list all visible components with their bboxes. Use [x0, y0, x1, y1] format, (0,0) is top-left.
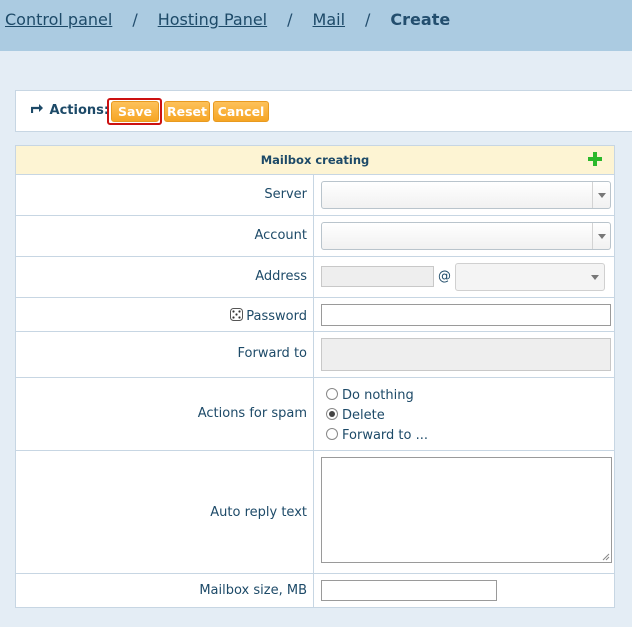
actions-label-wrap: Actions: [30, 103, 110, 118]
form-title: Mailbox creating [260, 153, 370, 167]
forward-input[interactable] [321, 338, 611, 371]
spam-row: Actions for spam Do nothing Delete Forwa… [16, 378, 614, 451]
server-select[interactable] [321, 181, 611, 209]
address-label: Address [255, 269, 307, 284]
server-label: Server [264, 187, 307, 202]
server-label-cell: Server [16, 175, 314, 215]
domain-select[interactable] [455, 263, 605, 291]
chevron-down-icon [592, 223, 610, 249]
breadcrumb-hosting-panel[interactable]: Hosting Panel [158, 10, 267, 29]
mailbox-size-label: Mailbox size, MB [199, 583, 307, 598]
breadcrumb-control-panel[interactable]: Control panel [5, 10, 112, 29]
address-label-cell: Address [16, 257, 314, 297]
breadcrumb-mail[interactable]: Mail [313, 10, 346, 29]
mailbox-form: Mailbox creating Server Account Address … [15, 145, 615, 608]
at-sign: @ [438, 269, 451, 284]
password-label-cell: Password [16, 298, 314, 331]
mailbox-size-row: Mailbox size, MB [16, 574, 614, 608]
auto-reply-label-cell: Auto reply text [16, 451, 314, 573]
breadcrumb-separator: / [287, 10, 293, 29]
form-header: Mailbox creating [16, 146, 614, 175]
breadcrumb: Control panel / Hosting Panel / Mail / Create [5, 10, 450, 29]
address-row: Address @ [16, 257, 614, 298]
radio-icon [326, 428, 338, 440]
forward-row: Forward to [16, 332, 614, 378]
spam-label-cell: Actions for spam [16, 378, 314, 450]
spam-option-label: Delete [342, 408, 385, 423]
spam-option-label: Do nothing [342, 388, 414, 403]
account-label-cell: Account [16, 216, 314, 256]
spam-option-do-nothing[interactable]: Do nothing [326, 388, 414, 403]
radio-selected-icon [326, 408, 338, 420]
spam-option-delete[interactable]: Delete [326, 408, 385, 423]
save-button[interactable]: Save [111, 101, 159, 122]
header-bar: Control panel / Hosting Panel / Mail / Create [0, 0, 632, 51]
breadcrumb-current: Create [390, 10, 451, 29]
actions-label: Actions: [49, 103, 110, 118]
plus-icon[interactable] [588, 152, 602, 166]
account-label: Account [254, 228, 308, 243]
account-row: Account [16, 216, 614, 257]
reset-button[interactable]: Reset [164, 101, 210, 122]
password-label: Password [246, 309, 307, 324]
auto-reply-label: Auto reply text [210, 505, 307, 520]
resize-handle-icon[interactable] [602, 553, 610, 561]
server-row: Server [16, 175, 614, 216]
return-arrow-icon [30, 103, 45, 118]
account-select[interactable] [321, 222, 611, 250]
password-input[interactable] [321, 304, 611, 326]
radio-icon [326, 388, 338, 400]
password-row: Password [16, 298, 614, 332]
auto-reply-textarea[interactable] [321, 457, 612, 563]
auto-reply-row: Auto reply text [16, 451, 614, 574]
breadcrumb-separator: / [365, 10, 371, 29]
dice-icon[interactable] [230, 308, 243, 321]
chevron-down-icon [592, 182, 610, 208]
chevron-down-icon [586, 264, 604, 290]
address-local-input[interactable] [321, 266, 434, 287]
spam-label: Actions for spam [197, 406, 307, 421]
forward-label: Forward to [237, 346, 307, 361]
forward-label-cell: Forward to [16, 332, 314, 377]
actions-bar: Actions: Save Reset Cancel [15, 90, 632, 132]
breadcrumb-separator: / [132, 10, 138, 29]
spam-option-forward[interactable]: Forward to ... [326, 428, 428, 443]
spam-option-label: Forward to ... [342, 428, 428, 443]
mailbox-size-input[interactable] [321, 580, 497, 601]
cancel-button[interactable]: Cancel [213, 101, 269, 122]
mailbox-size-label-cell: Mailbox size, MB [16, 574, 314, 608]
